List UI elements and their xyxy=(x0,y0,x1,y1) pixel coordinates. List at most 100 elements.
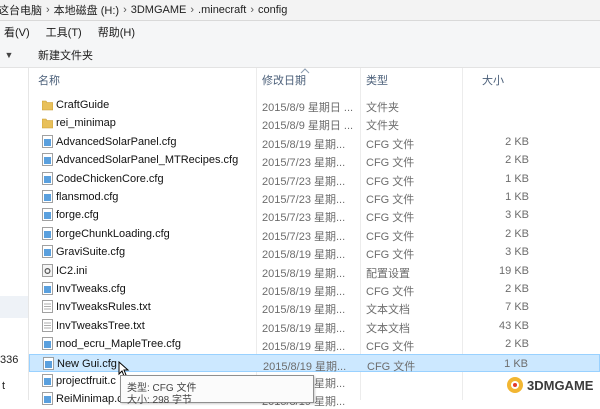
file-type: 配置设置 xyxy=(366,267,410,280)
file-size: 1 KB xyxy=(504,357,528,370)
file-date: 2015/8/19 星期... xyxy=(262,249,346,262)
menu-view[interactable]: 看(V) xyxy=(0,24,36,40)
file-name: ReiMinimap.c xyxy=(56,393,123,406)
file-name: InvTweaks.cfg xyxy=(56,283,126,295)
file-type: CFG 文件 xyxy=(366,175,415,188)
breadcrumb-this-pc[interactable]: 这台电脑 xyxy=(0,2,46,18)
file-name: forge.cfg xyxy=(56,209,99,222)
menu-help[interactable]: 帮助(H) xyxy=(92,24,141,40)
cfg-file-icon xyxy=(42,171,53,185)
ini-settings-icon xyxy=(42,263,53,277)
breadcrumb-minecraft[interactable]: .minecraft xyxy=(194,4,250,16)
file-row[interactable]: rei_minimap 2015/8/9 星期日 ... 文件夹 xyxy=(29,114,600,132)
column-header-size[interactable]: 大小 xyxy=(482,72,504,88)
breadcrumb-local-disk[interactable]: 本地磁盘 (H:) xyxy=(50,2,123,18)
file-name: flansmod.cfg xyxy=(56,191,119,203)
file-name: mod_ecru_MapleTree.cfg xyxy=(56,338,181,351)
file-row[interactable]: AdvancedSolarPanel.cfg 2015/8/19 星期... CFG… xyxy=(29,133,600,151)
file-size: 1 KB xyxy=(505,172,529,185)
file-type: CFG 文件 xyxy=(366,286,415,298)
file-type: 文件夹 xyxy=(366,102,399,114)
file-name: forgeChunkLoading.cfg xyxy=(56,227,170,240)
cfg-file-icon xyxy=(42,374,53,387)
file-date: 2015/7/23 星期... xyxy=(262,157,346,170)
file-type: CFG 文件 xyxy=(366,230,415,243)
file-type: 文本文档 xyxy=(366,322,410,335)
breadcrumb-config[interactable]: config xyxy=(254,4,291,16)
watermark-text: 3DMGAME xyxy=(527,377,594,393)
new-folder-button[interactable]: 新建文件夹 xyxy=(38,47,93,63)
file-row[interactable]: InvTweaksRules.txt 2015/8/19 星期... 文本文档 7 K… xyxy=(29,298,600,316)
file-size: 43 KB xyxy=(499,319,529,332)
file-row[interactable]: mod_ecru_MapleTree.cfg 2015/8/19 星期... CFG… xyxy=(29,335,600,353)
file-date: 2015/8/19 星期... xyxy=(262,267,346,280)
file-name: projectfruit.c xyxy=(56,375,116,387)
breadcrumb-3dmgame[interactable]: 3DMGAME xyxy=(127,4,191,16)
chevron-down-icon[interactable]: ▼ xyxy=(2,50,16,60)
file-row[interactable]: flansmod.cfg 2015/7/23 星期... CFG 文件 1 KB xyxy=(29,188,600,206)
file-name: AdvancedSolarPanel_MTRecipes.cfg xyxy=(56,154,239,167)
cfg-file-icon xyxy=(42,208,53,222)
cfg-file-icon xyxy=(42,153,53,167)
file-size: 19 KB xyxy=(499,264,529,277)
column-header-name[interactable]: 名称 xyxy=(38,72,60,88)
text-file-icon xyxy=(42,300,53,314)
file-size: 2 KB xyxy=(505,283,529,295)
file-row[interactable]: IC2.ini 2015/8/19 星期... 配置设置 19 KB xyxy=(29,262,600,280)
file-name: AdvancedSolarPanel.cfg xyxy=(56,135,177,148)
file-row[interactable]: forge.cfg 2015/7/23 星期... CFG 文件 3 KB xyxy=(29,206,600,224)
sort-arrow-icon xyxy=(300,68,310,74)
nav-item-fragment[interactable]: t xyxy=(2,380,5,392)
cfg-file-icon xyxy=(42,134,53,148)
file-row[interactable]: InvTweaksTree.txt 2015/8/19 星期... 文本文档 43 K… xyxy=(29,317,600,335)
nav-item-fragment[interactable]: 336 xyxy=(0,354,18,366)
navigation-pane[interactable]: 336 t xyxy=(0,68,29,400)
file-size: 2 KB xyxy=(505,338,529,351)
column-header-type[interactable]: 类型 xyxy=(366,72,388,88)
file-row[interactable]: CraftGuide 2015/8/9 星期日 ... 文件夹 xyxy=(29,96,600,114)
file-date: 2015/8/19 星期... xyxy=(262,341,346,354)
watermark-logo-icon xyxy=(507,377,523,393)
file-type: CFG 文件 xyxy=(366,138,415,151)
file-row[interactable]: New Gui.cfg 2015/8/19 星期... CFG 文件 1 KB xyxy=(29,353,600,373)
file-type: 文本文档 xyxy=(366,304,410,317)
file-date: 2015/8/19 星期... xyxy=(262,304,346,317)
column-header-date[interactable]: 修改日期 xyxy=(262,72,306,88)
file-row[interactable]: forgeChunkLoading.cfg 2015/7/23 星期... CFG … xyxy=(29,225,600,243)
tooltip-size: 大小: 298 字节 xyxy=(127,395,193,406)
file-type: CFG 文件 xyxy=(366,157,415,170)
file-size: 3 KB xyxy=(505,246,529,259)
file-type: CFG 文件 xyxy=(366,212,415,225)
file-row[interactable]: InvTweaks.cfg 2015/8/19 星期... CFG 文件 2 KB xyxy=(29,280,600,298)
file-name: CodeChickenCore.cfg xyxy=(56,172,164,185)
file-date: 2015/8/19 星期... xyxy=(262,138,346,151)
file-date: 2015/8/9 星期日 ... xyxy=(262,102,354,114)
menu-tools[interactable]: 工具(T) xyxy=(40,24,88,40)
menu-bar: 看(V) 工具(T) 帮助(H) xyxy=(0,21,600,43)
file-type: CFG 文件 xyxy=(366,249,415,262)
file-row[interactable]: AdvancedSolarPanel_MTRecipes.cfg 2015/7/2… xyxy=(29,151,600,169)
site-watermark: 3DMGAME xyxy=(506,376,593,394)
file-name: rei_minimap xyxy=(56,117,116,130)
folder-icon xyxy=(42,119,53,129)
file-size: 2 KB xyxy=(505,154,529,167)
file-size: 7 KB xyxy=(505,301,529,314)
cfg-file-icon xyxy=(42,337,53,351)
file-date: 2015/7/23 星期... xyxy=(262,194,346,206)
file-type: 文件夹 xyxy=(366,120,399,133)
text-file-icon xyxy=(42,318,53,332)
file-size: 1 KB xyxy=(505,191,529,203)
file-date: 2015/7/23 星期... xyxy=(262,212,346,225)
file-name: CraftGuide xyxy=(56,99,110,111)
breadcrumb: 这台电脑 › 本地磁盘 (H:) › 3DMGAME › .minecraft … xyxy=(0,2,291,18)
file-tooltip: 类型: CFG 文件 大小: 298 字节 xyxy=(120,375,314,406)
file-row[interactable]: GraviSuite.cfg 2015/8/19 星期... CFG 文件 3 KB xyxy=(29,243,600,261)
cfg-file-icon xyxy=(43,356,54,370)
file-date: 2015/8/19 星期... xyxy=(262,286,346,298)
nav-selected-item[interactable] xyxy=(0,296,28,318)
folder-icon xyxy=(42,100,53,111)
address-bar[interactable]: 这台电脑 › 本地磁盘 (H:) › 3DMGAME › .minecraft … xyxy=(0,0,600,21)
cfg-file-icon xyxy=(42,226,53,240)
file-type: CFG 文件 xyxy=(366,341,415,354)
file-row[interactable]: CodeChickenCore.cfg 2015/7/23 星期... CFG 文件… xyxy=(29,170,600,188)
